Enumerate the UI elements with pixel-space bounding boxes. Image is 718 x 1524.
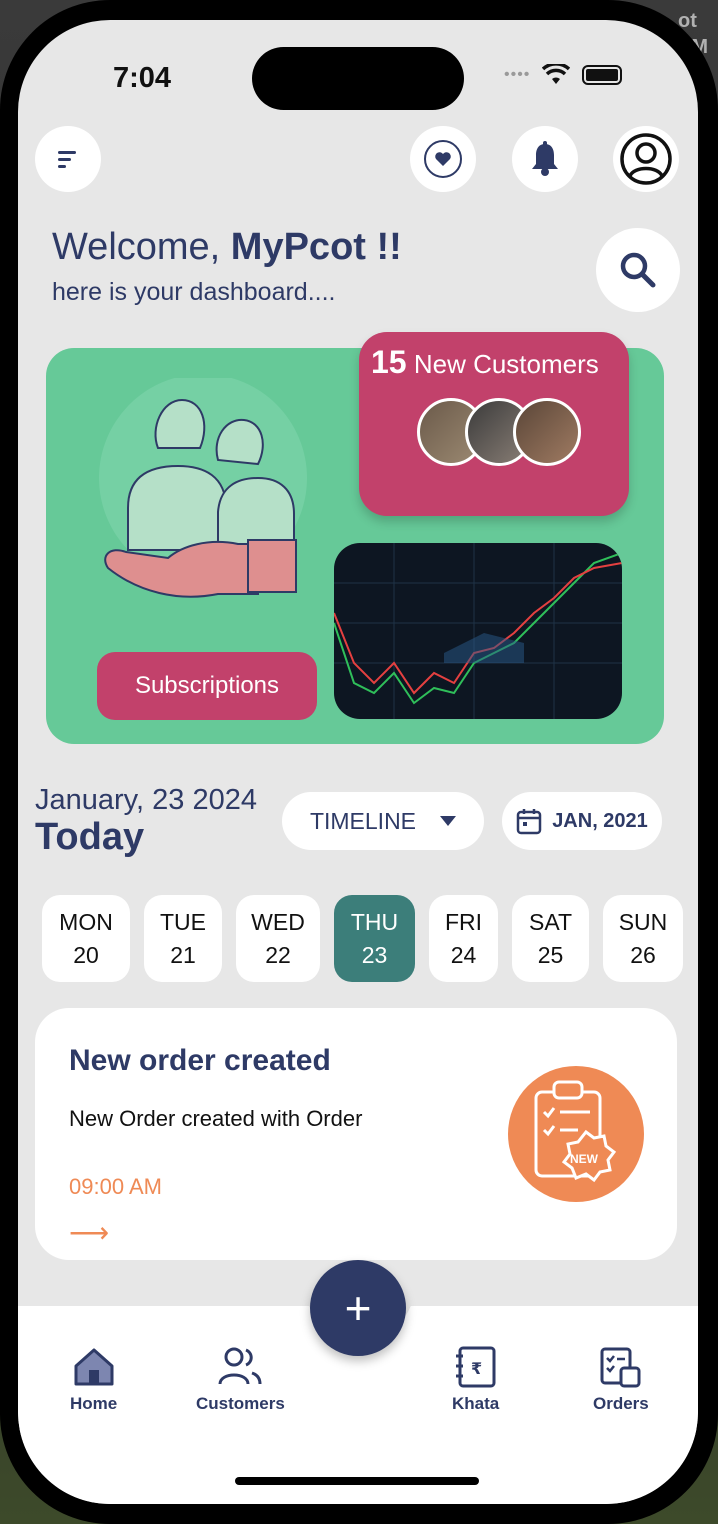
stock-chart-image (334, 543, 622, 719)
day-name: SAT (528, 908, 573, 935)
nav-khata[interactable]: ₹ Khata (452, 1346, 499, 1414)
day-name: THU (350, 908, 399, 935)
nav-customers-label: Customers (196, 1394, 285, 1413)
home-indicator (235, 1477, 479, 1485)
new-order-badge-icon: NEW (508, 1066, 644, 1202)
calendar-icon (516, 809, 542, 835)
signal-icon: •••• (504, 66, 531, 83)
clipboard-icon (534, 1080, 617, 1183)
new-badge-label: NEW (570, 1152, 598, 1166)
chevron-down-icon (440, 816, 457, 826)
notifications-button[interactable] (512, 126, 578, 192)
arrow-right-icon[interactable]: ⟶ (69, 1216, 109, 1249)
svg-text:₹: ₹ (471, 1359, 482, 1378)
app-screen: 7:04 •••• Welcome, MyPcot !! here is you… (18, 20, 698, 1504)
welcome-name: MyPcot !! (230, 226, 402, 268)
day-number: 20 (73, 941, 99, 968)
dashboard-subtitle: here is your dashboard.... (52, 278, 336, 306)
profile-button[interactable] (613, 126, 679, 192)
day-number: 24 (450, 941, 477, 968)
menu-button[interactable] (35, 126, 101, 192)
timeline-dropdown[interactable]: TIMELINE (282, 792, 484, 850)
nav-orders[interactable]: Orders (593, 1346, 649, 1414)
order-card[interactable]: New order created New Order created with… (35, 1008, 677, 1260)
phone-frame: 7:04 •••• Welcome, MyPcot !! here is you… (0, 0, 718, 1524)
subscriptions-button[interactable]: Subscriptions (97, 652, 317, 720)
new-customers-title: 15 New Customers (371, 344, 599, 381)
users-icon (218, 1347, 262, 1385)
favorites-button[interactable] (410, 126, 476, 192)
orders-icon (600, 1347, 641, 1388)
user-avatar-icon (620, 133, 672, 185)
battery-icon (582, 65, 623, 85)
bell-icon (532, 141, 558, 176)
day-sun[interactable]: SUN 26 (603, 895, 683, 982)
order-title: New order created (69, 1044, 331, 1077)
candlestick-chart-image (334, 543, 622, 719)
new-customers-card[interactable]: 15 New Customers (359, 332, 629, 516)
day-name: FRI (444, 908, 483, 935)
day-sat[interactable]: SAT 25 (512, 895, 589, 982)
timeline-label: TIMELINE (309, 807, 417, 834)
nav-orders-label: Orders (593, 1394, 649, 1413)
day-mon[interactable]: MON 20 (42, 895, 130, 982)
nav-home-label: Home (70, 1394, 118, 1413)
day-name: MON (59, 908, 113, 935)
today-heading: Today (35, 816, 145, 858)
day-number: 22 (265, 941, 291, 968)
customers-illustration (99, 378, 307, 598)
search-button[interactable] (596, 228, 680, 312)
day-name: TUE (160, 908, 206, 935)
wifi-icon (542, 64, 571, 84)
day-number: 25 (537, 941, 564, 968)
day-number: 26 (630, 941, 656, 968)
welcome-heading: Welcome, MyPcot !! (52, 226, 402, 269)
nav-home[interactable]: Home (70, 1346, 117, 1414)
nav-khata-label: Khata (452, 1394, 500, 1413)
day-number: 23 (361, 941, 388, 968)
customer-avatars (417, 398, 581, 466)
month-picker[interactable]: JAN, 2021 (502, 792, 662, 850)
day-name: SUN (618, 908, 668, 935)
status-icons: •••• (504, 64, 623, 86)
day-wed[interactable]: WED 22 (236, 895, 320, 982)
current-date: January, 23 2024 (35, 784, 257, 816)
heart-icon (424, 140, 462, 178)
order-time: 09:00 AM (69, 1174, 162, 1199)
day-thu[interactable]: THU 23 (334, 895, 415, 982)
nav-customers[interactable]: Customers (196, 1346, 285, 1414)
search-icon (620, 252, 656, 288)
ledger-icon: ₹ (455, 1346, 496, 1388)
day-tue[interactable]: TUE 21 (144, 895, 222, 982)
dynamic-island (252, 47, 464, 110)
day-fri[interactable]: FRI 24 (429, 895, 498, 982)
menu-icon (58, 151, 76, 168)
add-button[interactable]: + (310, 1260, 406, 1356)
order-description: New Order created with Order (69, 1106, 363, 1131)
month-label: JAN, 2021 (552, 809, 648, 832)
new-customers-count: 15 (371, 344, 407, 380)
day-number: 21 (170, 941, 196, 968)
home-icon (74, 1348, 114, 1386)
avatar (513, 398, 581, 466)
status-time: 7:04 (113, 62, 172, 94)
new-customers-label: New Customers (413, 349, 599, 379)
day-name: WED (251, 908, 305, 935)
welcome-prefix: Welcome, (52, 226, 231, 268)
